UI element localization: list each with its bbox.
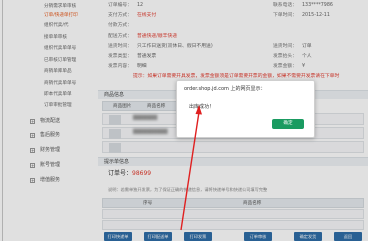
dialog-title: order.shop.jd.com 上的网页显示： (184, 86, 266, 92)
dialog-ok-button[interactable]: 确定 (272, 119, 304, 129)
dialog-message: 出库成功！ (189, 104, 215, 110)
alert-dialog: order.shop.jd.com 上的网页显示： 出库成功！ 确定 (176, 80, 315, 138)
